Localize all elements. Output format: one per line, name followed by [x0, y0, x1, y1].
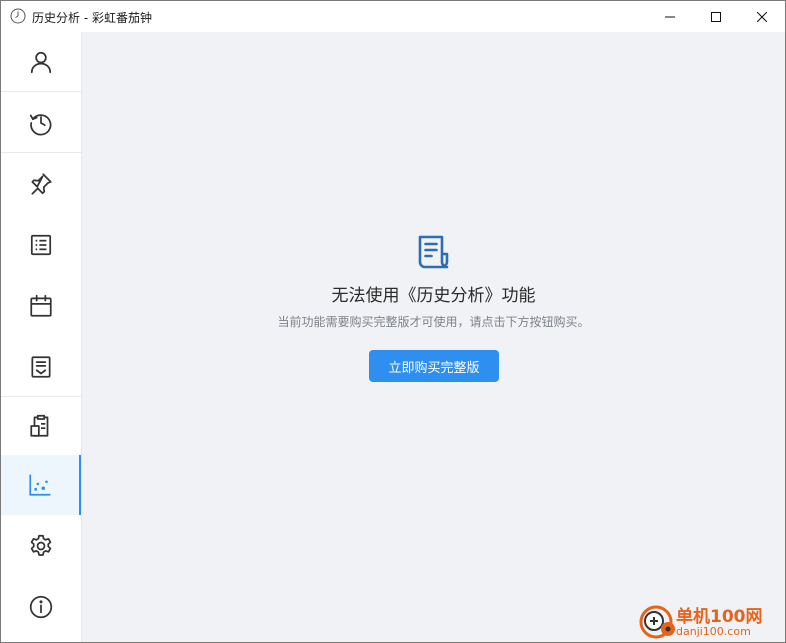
app-window: 历史分析 - 彩虹番茄钟 无法使用《历史分析》功能 当前功能需要购买完整版才可使…	[0, 0, 786, 643]
sidebar-item-records[interactable]	[1, 337, 81, 397]
watermark-url: danji100.com	[676, 625, 751, 638]
close-button[interactable]	[739, 1, 785, 32]
info-icon	[29, 595, 53, 619]
minimize-button[interactable]	[647, 1, 693, 32]
sidebar-item-history-analysis[interactable]	[1, 455, 81, 515]
main-content: 无法使用《历史分析》功能 当前功能需要购买完整版才可使用，请点击下方按钮购买。 …	[82, 32, 785, 642]
document-icon	[418, 235, 449, 269]
title-bar[interactable]: 历史分析 - 彩虹番茄钟	[1, 1, 785, 32]
buy-full-version-button[interactable]: 立即购买完整版	[369, 350, 499, 382]
watermark-logo-icon	[639, 605, 675, 639]
list-icon	[30, 234, 52, 256]
sidebar-nav	[1, 32, 82, 642]
settings-icon	[30, 534, 52, 556]
sidebar-item-profile[interactable]	[1, 32, 81, 92]
sidebar-item-tasks[interactable]	[1, 215, 81, 275]
sidebar-item-calendar[interactable]	[1, 276, 81, 336]
maximize-icon	[711, 11, 721, 22]
close-icon	[757, 11, 767, 22]
app-clock-icon	[10, 8, 26, 24]
sidebar-item-about[interactable]	[1, 577, 81, 637]
clock-icon	[29, 113, 52, 135]
calendar-icon	[30, 294, 52, 317]
scatter-chart-icon	[29, 474, 51, 496]
sidebar-item-pinned[interactable]	[1, 154, 81, 214]
window-title: 历史分析 - 彩虹番茄钟	[32, 11, 152, 25]
sidebar-item-reports[interactable]	[1, 396, 81, 456]
clipboard-icon	[30, 414, 49, 437]
inbox-icon	[31, 355, 51, 378]
unavailable-description: 当前功能需要购买完整版才可使用，请点击下方按钮购买。	[277, 315, 590, 329]
maximize-button[interactable]	[693, 1, 739, 32]
user-icon	[30, 51, 52, 73]
unavailable-title: 无法使用《历史分析》功能	[331, 286, 536, 306]
minimize-icon	[665, 16, 675, 17]
site-watermark: 单机100网 danji100.com	[636, 601, 786, 643]
watermark-text: 单机100网	[676, 607, 763, 627]
sidebar-item-timer[interactable]	[1, 93, 81, 153]
sidebar-item-settings[interactable]	[1, 516, 81, 576]
pin-icon	[31, 173, 52, 195]
